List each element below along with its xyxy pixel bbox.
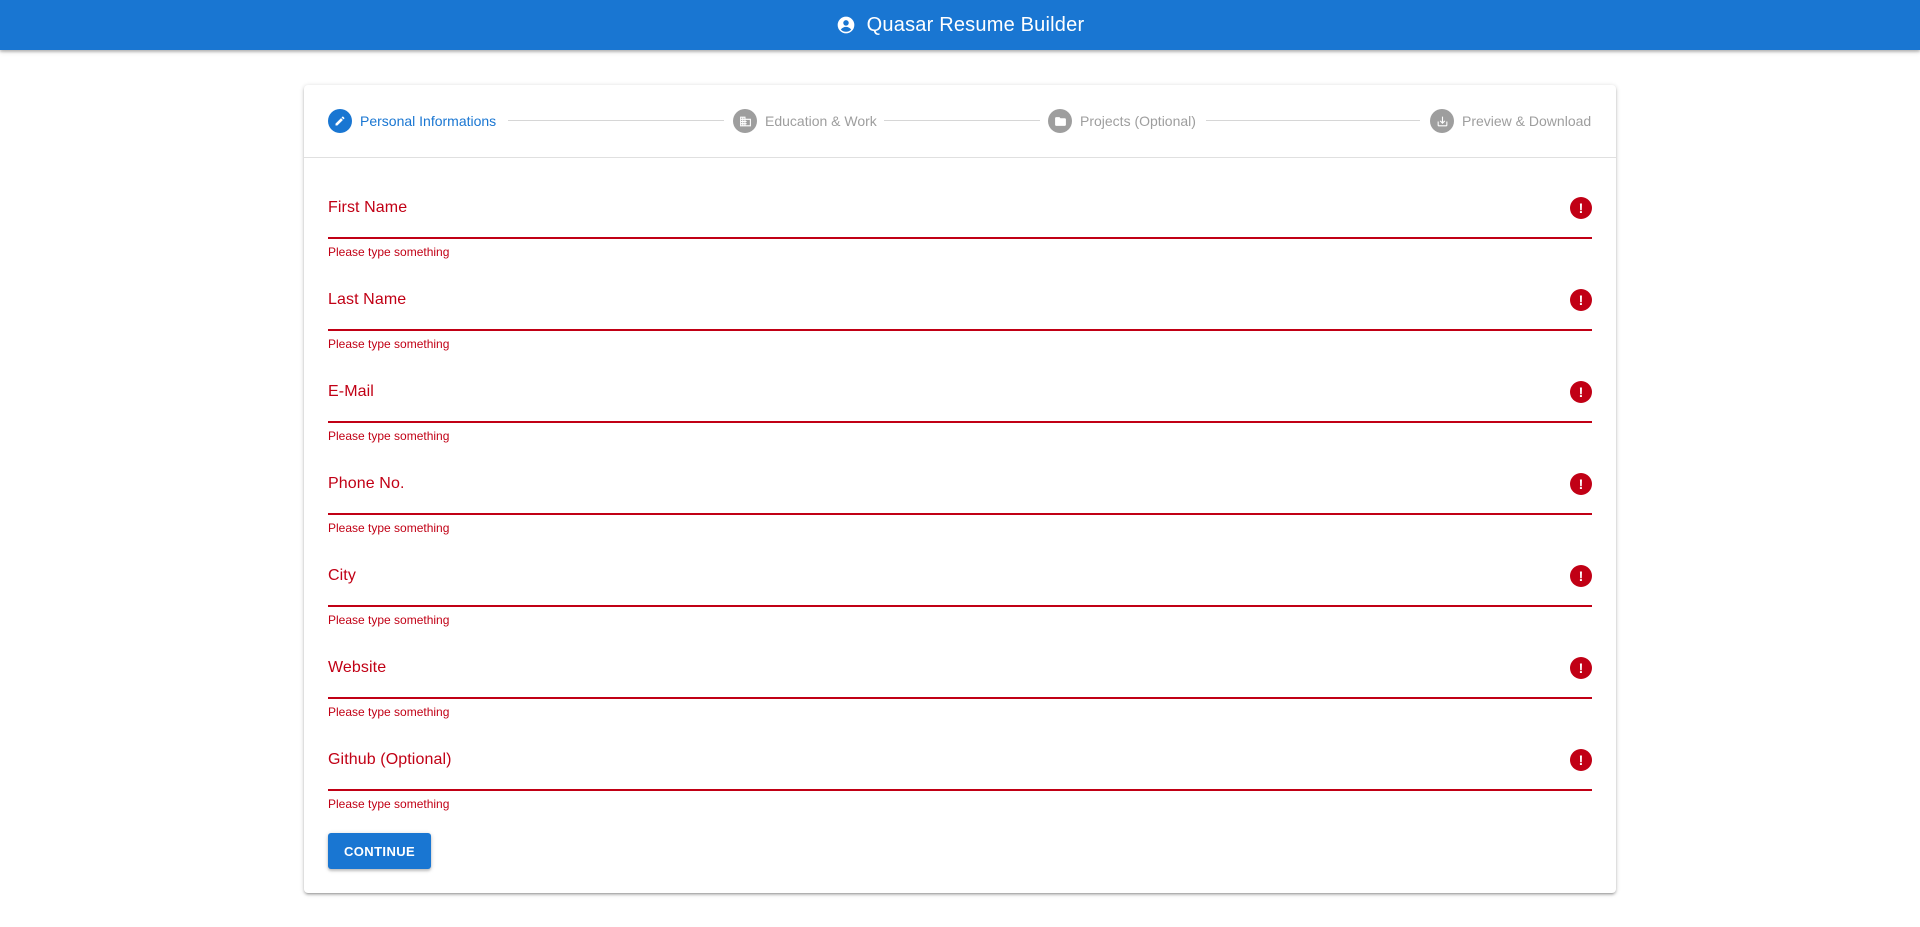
continue-button[interactable]: CONTINUE: [328, 833, 432, 869]
field-error-message: Please type something: [328, 429, 450, 443]
step-label: Personal Informations: [360, 113, 497, 129]
app-header: Quasar Resume Builder: [0, 0, 1920, 50]
phone-input[interactable]: [328, 457, 1548, 513]
email-control: E-Mail !: [328, 365, 1592, 423]
error-icon: !: [1570, 381, 1592, 403]
app-title: Quasar Resume Builder: [866, 13, 1085, 36]
step-connector: [1206, 120, 1420, 121]
last-name-input[interactable]: [328, 273, 1548, 329]
error-icon: !: [1570, 749, 1592, 771]
first-name-field: First Name ! Please type something: [328, 181, 1592, 259]
field-error-message: Please type something: [328, 337, 450, 351]
field-error-message: Please type something: [328, 613, 450, 627]
website-control: Website !: [328, 641, 1592, 699]
email-input[interactable]: [328, 365, 1548, 421]
error-icon: !: [1570, 473, 1592, 495]
step-label: Preview & Download: [1462, 113, 1592, 129]
first-name-control: First Name !: [328, 181, 1592, 239]
last-name-control: Last Name !: [328, 273, 1592, 331]
city-field: City ! Please type something: [328, 549, 1592, 627]
header-title-wrap: Quasar Resume Builder: [836, 14, 1085, 37]
error-icon: !: [1570, 565, 1592, 587]
step-projects[interactable]: Projects (Optional): [1048, 109, 1196, 133]
city-control: City !: [328, 549, 1592, 607]
folder-icon: [1048, 109, 1072, 133]
field-error-message: Please type something: [328, 245, 450, 259]
stepper: Personal Informations Education & Work P…: [304, 85, 1616, 158]
error-icon: !: [1570, 197, 1592, 219]
step-connector: [508, 120, 724, 121]
resume-form-card: Personal Informations Education & Work P…: [304, 85, 1616, 893]
account-circle-icon: [836, 15, 856, 35]
step-personal-informations[interactable]: Personal Informations: [328, 109, 496, 133]
city-input[interactable]: [328, 549, 1548, 605]
github-control: Github (Optional) !: [328, 733, 1592, 791]
phone-field: Phone No. ! Please type something: [328, 457, 1592, 535]
field-error-message: Please type something: [328, 797, 450, 811]
website-input[interactable]: [328, 641, 1548, 697]
field-error-message: Please type something: [328, 521, 450, 535]
github-field: Github (Optional) ! Please type somethin…: [328, 733, 1592, 811]
error-icon: !: [1570, 657, 1592, 679]
step-education-work[interactable]: Education & Work: [733, 109, 877, 133]
step-connector: [884, 120, 1040, 121]
step-preview-download[interactable]: Preview & Download: [1430, 109, 1591, 133]
first-name-input[interactable]: [328, 181, 1548, 237]
field-error-message: Please type something: [328, 705, 450, 719]
website-field: Website ! Please type something: [328, 641, 1592, 719]
error-icon: !: [1570, 289, 1592, 311]
pencil-icon: [328, 109, 352, 133]
last-name-field: Last Name ! Please type something: [328, 273, 1592, 351]
business-icon: [733, 109, 757, 133]
github-input[interactable]: [328, 733, 1548, 789]
phone-control: Phone No. !: [328, 457, 1592, 515]
step-label: Projects (Optional): [1080, 113, 1196, 129]
step-label: Education & Work: [765, 113, 877, 129]
email-field: E-Mail ! Please type something: [328, 365, 1592, 443]
download-icon: [1430, 109, 1454, 133]
